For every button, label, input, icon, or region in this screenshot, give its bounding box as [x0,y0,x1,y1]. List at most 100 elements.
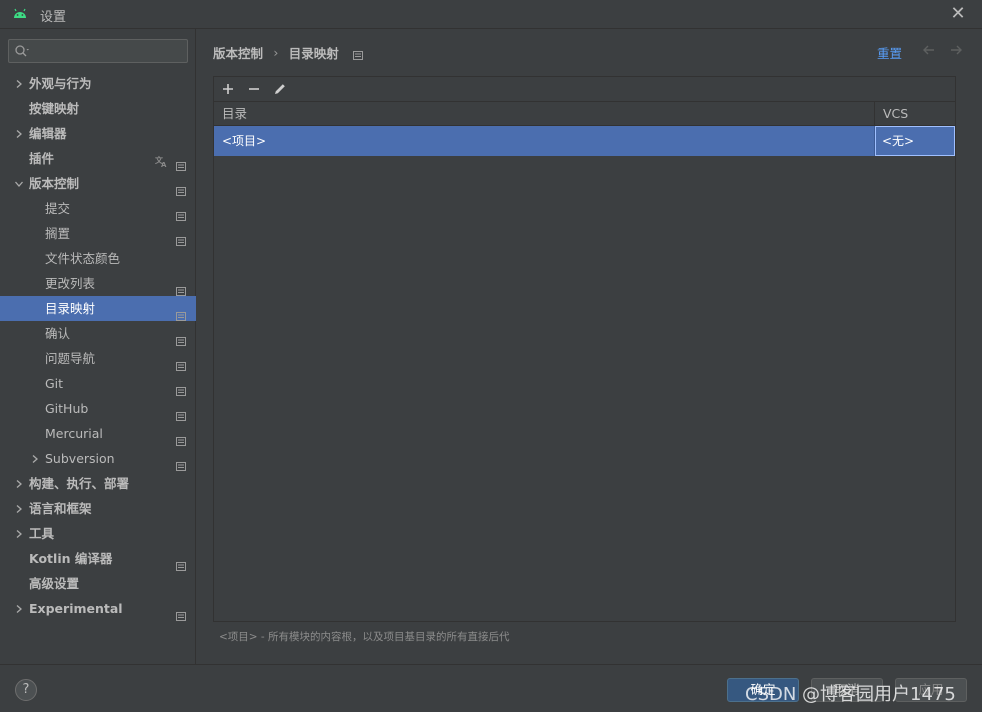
sidebar-item-label: Subversion [45,451,115,466]
table-body: <项目> <无> [214,126,955,621]
forward-arrow-icon[interactable] [948,42,964,58]
sidebar-item[interactable]: Mercurial [0,421,196,446]
sidebar-item-label: Mercurial [45,426,103,441]
chevron-right-icon[interactable] [13,521,25,546]
project-scope-icon [176,379,186,396]
sidebar-item-label: 确认 [45,326,71,341]
sidebar-item-label: 问题导航 [45,351,96,366]
sidebar-item-label: 提交 [45,201,71,216]
ok-button[interactable]: 确定 [727,678,799,702]
sidebar-item-label: 更改列表 [45,276,96,291]
cancel-button[interactable]: 取消 [811,678,883,702]
sidebar-item[interactable]: 搁置 [0,221,196,246]
search-icon [14,44,30,58]
directory-cell[interactable]: <项目> [214,126,875,156]
project-scope-icon [176,179,186,196]
help-button[interactable]: ? [15,679,37,701]
project-scope-icon [176,304,186,321]
sidebar-item-label: Experimental [29,601,123,616]
project-scope-icon [176,154,186,171]
sidebar-item[interactable]: 版本控制 [0,171,196,196]
project-scope-icon [176,454,186,471]
chevron-down-icon[interactable] [13,171,25,196]
sidebar-item[interactable]: 工具 [0,521,196,546]
sidebar-item-label: 目录映射 [45,301,96,316]
android-icon [12,6,28,22]
table-row[interactable]: <项目> <无> [214,126,955,156]
table-header: 目录 VCS [214,101,955,126]
sidebar-item[interactable]: 目录映射 [0,296,196,321]
sidebar-item-label: Git [45,376,64,391]
sidebar-item-label: 搁置 [45,226,71,241]
back-arrow-icon[interactable] [921,42,937,58]
svg-text:A: A [161,161,167,168]
hint-text: <项目> - 所有模块的内容根，以及项目基目录的所有直接后代 [219,631,510,643]
chevron-right-icon[interactable] [13,121,25,146]
chevron-right-icon[interactable] [13,496,25,521]
table-toolbar [214,77,955,101]
project-scope-icon [176,404,186,421]
sidebar-item[interactable]: 确认 [0,321,196,346]
sidebar-item[interactable]: 构建、执行、部署 [0,471,196,496]
dialog-footer: ? 确定 取消 应用 [0,664,982,712]
sidebar-item-label: 文件状态颜色 [45,251,121,266]
apply-button[interactable]: 应用 [895,678,967,702]
project-scope-icon [176,354,186,371]
main-panel: 版本控制 › 目录映射 重置 目录 VCS <项目> <无> <项目> - 所有… [197,29,982,664]
chevron-right-icon[interactable] [13,596,25,621]
sidebar-item-label: 工具 [29,526,55,541]
sidebar-item[interactable]: 编辑器 [0,121,196,146]
sidebar-item[interactable]: Subversion [0,446,196,471]
sidebar-item-label: 高级设置 [29,576,80,591]
search-input[interactable] [33,42,183,60]
chevron-right-icon[interactable] [13,71,25,96]
project-scope-icon [353,48,364,60]
sidebar-item[interactable]: 外观与行为 [0,71,196,96]
breadcrumb-parent[interactable]: 版本控制 [213,46,263,61]
sidebar-item[interactable]: 更改列表 [0,271,196,296]
sidebar-item[interactable]: 语言和框架 [0,496,196,521]
project-scope-icon [176,604,186,621]
plus-icon[interactable] [220,81,236,97]
reset-link[interactable]: 重置 [877,43,902,62]
sidebar-item-label: 版本控制 [29,176,80,191]
breadcrumb: 版本控制 › 目录映射 [213,43,364,61]
column-header-directory[interactable]: 目录 [214,102,875,126]
column-header-vcs[interactable]: VCS [875,102,955,126]
project-scope-icon [176,204,186,221]
project-scope-icon [176,429,186,446]
chevron-right-icon[interactable] [13,471,25,496]
minus-icon[interactable] [246,81,262,97]
directory-mappings-panel: 目录 VCS <项目> <无> [213,76,956,622]
sidebar-item[interactable]: 插件 文 A [0,146,196,171]
sidebar-item-label: 语言和框架 [29,501,92,516]
sidebar-item-label: GitHub [45,401,89,416]
project-scope-icon [176,279,186,296]
sidebar-item[interactable]: GitHub [0,396,196,421]
project-scope-icon [176,554,186,571]
sidebar-item[interactable]: 问题导航 [0,346,196,371]
sidebar-item[interactable]: Experimental [0,596,196,621]
sidebar-item[interactable]: 高级设置 [0,571,196,596]
sidebar-item[interactable]: 按键映射 [0,96,196,121]
sidebar-item-label: 构建、执行、部署 [29,476,130,491]
window-title: 设置 [40,10,67,25]
search-box[interactable] [8,39,188,63]
sidebar-item[interactable]: Kotlin 编译器 [0,546,196,571]
close-icon[interactable]: ✕ [948,4,968,24]
sidebar-item-label: 编辑器 [29,126,67,141]
sidebar-item[interactable]: 文件状态颜色 [0,246,196,271]
vcs-cell[interactable]: <无> [875,126,955,156]
breadcrumb-separator: › [273,45,279,60]
sidebar-item-label: Kotlin 编译器 [29,551,113,566]
chevron-right-icon[interactable] [29,446,41,471]
project-scope-icon [176,229,186,246]
sidebar-item[interactable]: 提交 [0,196,196,221]
sidebar-item[interactable]: Git [0,371,196,396]
settings-sidebar: 外观与行为 按键映射编辑器插件 文 A 版本控制提交搁置文件状态颜色 更改列表目录映射确认… [0,29,196,664]
project-scope-icon [176,329,186,346]
pencil-icon[interactable] [272,81,288,97]
sidebar-item-label: 插件 [29,151,55,166]
translate-icon: 文A [155,151,169,169]
breadcrumb-current: 目录映射 [288,46,339,61]
